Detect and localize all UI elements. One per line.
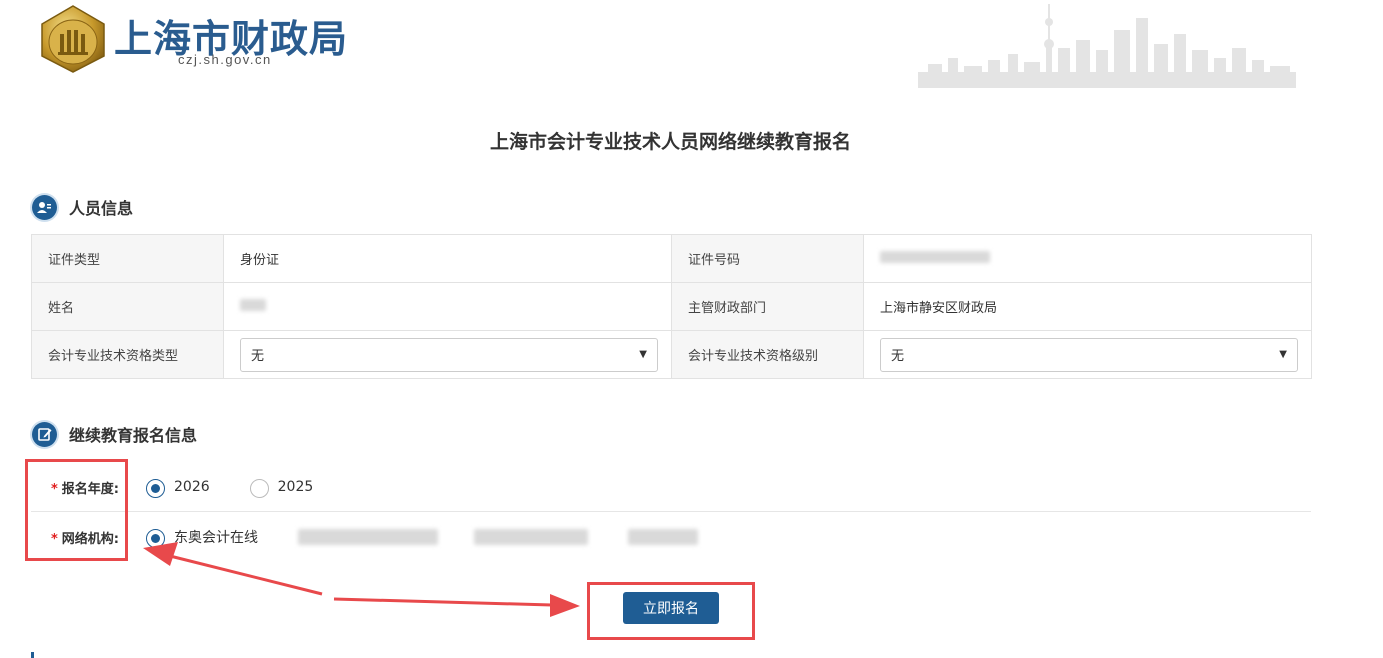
institution-option-dongao[interactable]: 东奥会计在线	[146, 526, 258, 548]
arrow-right-line	[333, 597, 553, 607]
arrow-right-head	[550, 594, 580, 617]
institution-option-label: 东奥会计在线	[174, 530, 258, 546]
id-number-label: 证件号码	[671, 234, 864, 283]
caret-down-icon: ▼	[639, 349, 647, 360]
year-option-2026[interactable]: 2026	[146, 476, 210, 498]
annotation-highlight-labels	[25, 459, 128, 561]
qualification-type-select[interactable]: 无 ▼	[240, 337, 658, 372]
redacted-id-number	[880, 250, 990, 263]
site-logo[interactable]: 上海市财政局 czj.sh.gov.cn	[30, 4, 360, 76]
city-skyline-image	[918, 4, 1296, 88]
id-type-value: 身份证	[223, 234, 672, 283]
table-row: 证件类型 身份证 证件号码	[31, 234, 1312, 283]
shanghai-finance-emblem-icon	[41, 5, 105, 73]
qualification-level-selected: 无	[891, 349, 905, 364]
personal-info-title: 人员信息	[69, 199, 134, 218]
bottom-accent	[31, 652, 34, 658]
redacted-name	[240, 298, 266, 311]
personal-info-table: 证件类型 身份证 证件号码 姓名 主管财政部门 上海市静安区财政局 会计专业技术…	[31, 234, 1312, 379]
qualification-type-cell: 无 ▼	[223, 330, 672, 379]
radio-checked-icon[interactable]	[146, 529, 165, 548]
qualification-level-cell: 无 ▼	[863, 330, 1312, 379]
radio-checked-icon[interactable]	[146, 479, 165, 498]
year-option-2025[interactable]: 2025	[249, 476, 314, 498]
education-info-header: 继续教育报名信息	[32, 420, 197, 448]
edit-icon	[32, 421, 57, 447]
name-label: 姓名	[31, 282, 224, 331]
redacted-institution	[628, 529, 698, 545]
year-option-label: 2025	[277, 479, 314, 495]
annotation-highlight-button	[587, 582, 755, 640]
table-row: 会计专业技术资格类型 无 ▼ 会计专业技术资格级别 无 ▼	[31, 330, 1312, 379]
page-title: 上海市会计专业技术人员网络继续教育报名	[489, 131, 851, 153]
education-info-title: 继续教育报名信息	[69, 426, 198, 445]
qualification-type-selected: 无	[251, 349, 265, 364]
institution-row: * 网络机构: 东奥会计在线	[31, 512, 1311, 562]
redacted-institution	[298, 529, 438, 545]
caret-down-icon: ▼	[1279, 349, 1287, 360]
year-row: * 报名年度: 2026 2025	[31, 462, 1311, 512]
personal-info-header: 人员信息	[32, 193, 133, 221]
qualification-level-label: 会计专业技术资格级别	[671, 330, 864, 379]
radio-unchecked-icon[interactable]	[249, 479, 269, 498]
year-option-label: 2026	[174, 479, 210, 495]
table-row: 姓名 主管财政部门 上海市静安区财政局	[31, 282, 1312, 331]
qualification-type-label: 会计专业技术资格类型	[31, 330, 224, 379]
site-domain: czj.sh.gov.cn	[178, 52, 272, 67]
name-value	[223, 282, 672, 331]
department-value: 上海市静安区财政局	[863, 282, 1312, 331]
id-number-value	[863, 234, 1312, 283]
redacted-institution	[474, 529, 588, 545]
qualification-level-select[interactable]: 无 ▼	[880, 337, 1298, 372]
department-label: 主管财政部门	[671, 282, 864, 331]
user-icon	[32, 194, 57, 220]
id-type-label: 证件类型	[31, 234, 224, 283]
